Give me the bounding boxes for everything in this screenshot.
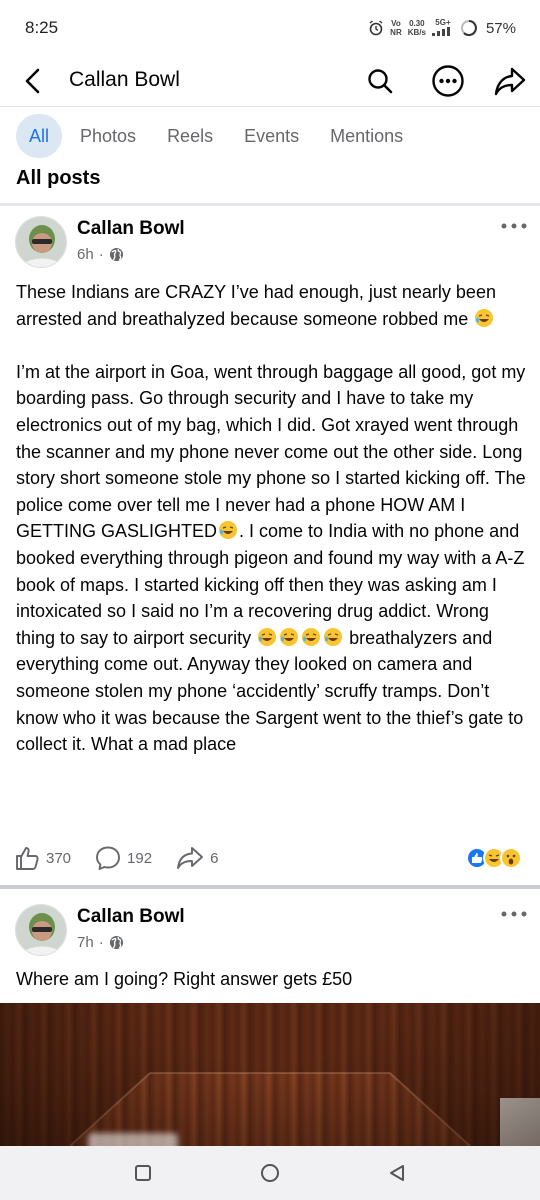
system-nav-bar	[0, 1146, 540, 1200]
home-button[interactable]	[250, 1153, 290, 1193]
wow-reaction-icon	[500, 847, 522, 869]
share-arrow-icon	[177, 847, 204, 869]
back-button[interactable]	[18, 65, 48, 97]
post-author[interactable]: Callan Bowl	[77, 906, 185, 928]
status-time: 8:25	[25, 18, 59, 37]
rofl-emoji-icon	[280, 627, 299, 646]
post-separator	[0, 885, 540, 889]
more-horizontal-icon	[501, 223, 527, 229]
status-icons: Vo NR 0.30 KB/s 5G+ 57%	[368, 18, 516, 38]
comment-icon	[96, 846, 120, 870]
back-arrow-icon	[25, 68, 40, 94]
post-text: Where am I going? Right answer gets £50	[16, 969, 353, 989]
recents-icon	[135, 1165, 152, 1181]
tab-events[interactable]: Events	[231, 114, 312, 158]
share-button[interactable]	[492, 63, 528, 99]
rofl-emoji-icon	[324, 627, 343, 646]
globe-icon	[109, 247, 123, 262]
tab-photos[interactable]: Photos	[67, 114, 149, 158]
top-app-bar: Callan Bowl	[0, 56, 540, 106]
tab-mentions[interactable]: Mentions	[317, 114, 416, 158]
rofl-emoji-icon	[258, 627, 277, 646]
search-icon	[368, 69, 393, 94]
rofl-emoji-icon	[475, 308, 494, 327]
like-count: 370	[46, 849, 72, 867]
more-horizontal-icon	[501, 911, 527, 917]
section-divider	[0, 203, 540, 206]
share-icon	[494, 67, 526, 96]
status-bar: 8:25 Vo NR 0.30 KB/s 5G+ 57%	[0, 0, 540, 56]
globe-icon	[109, 935, 123, 950]
search-button[interactable]	[362, 63, 398, 99]
avatar-image	[16, 905, 66, 955]
like-button[interactable]: 370	[14, 845, 71, 871]
battery-icon	[460, 20, 477, 36]
tab-all[interactable]: All	[16, 114, 63, 158]
battery-level: 57%	[485, 19, 516, 37]
share-count: 6	[210, 849, 219, 867]
comment-count: 192	[127, 849, 153, 867]
more-options-button[interactable]	[430, 63, 466, 99]
page-title: Callan Bowl	[69, 68, 180, 91]
post-meta: 6h ·	[77, 246, 124, 263]
filter-tabs: All Photos Reels Events Mentions	[16, 113, 421, 159]
post-time[interactable]: 7h	[77, 934, 94, 951]
header-divider	[0, 106, 540, 107]
avatar-image	[16, 217, 66, 267]
reaction-summary[interactable]	[466, 847, 522, 869]
rofl-emoji-icon	[219, 521, 238, 540]
post-meta: 7h ·	[77, 934, 124, 951]
signal-indicator: 5G+	[431, 18, 454, 38]
avatar[interactable]	[15, 216, 67, 268]
post-more-button[interactable]	[500, 218, 528, 234]
tab-reels[interactable]: Reels	[154, 114, 226, 158]
post-more-button[interactable]	[500, 906, 528, 922]
comment-button[interactable]: 192	[95, 845, 152, 871]
recents-button[interactable]	[123, 1153, 163, 1193]
section-heading: All posts	[16, 167, 101, 189]
thumbs-up-icon	[16, 847, 39, 870]
more-options-icon	[432, 65, 464, 97]
network-speed: 0.30 KB/s	[407, 19, 426, 37]
post-text: These Indians are CRAZY I’ve had enough,…	[16, 282, 531, 755]
back-nav-button[interactable]	[377, 1153, 417, 1193]
signal-bars-icon	[431, 27, 450, 36]
post-time[interactable]: 6h	[77, 246, 94, 263]
post-photo[interactable]	[0, 1003, 540, 1146]
avatar[interactable]	[15, 904, 67, 956]
home-icon	[260, 1164, 279, 1182]
post-author[interactable]: Callan Bowl	[77, 218, 185, 240]
network-type: Vo NR	[390, 19, 402, 37]
post-actions: 370 192 6	[14, 843, 526, 873]
back-triangle-icon	[389, 1165, 404, 1181]
alarm-icon	[369, 20, 383, 36]
rofl-emoji-icon	[302, 627, 321, 646]
share-post-button[interactable]: 6	[176, 846, 218, 870]
